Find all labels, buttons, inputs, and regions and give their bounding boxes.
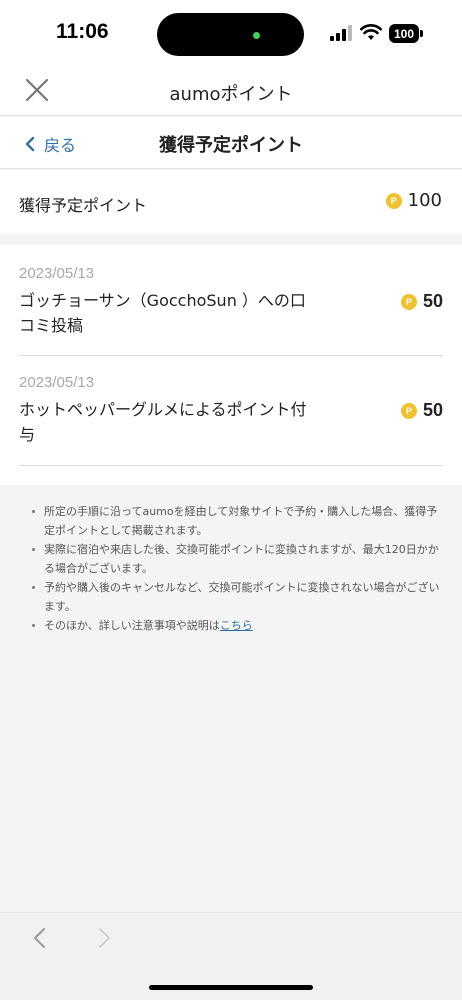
status-time: 11:06 — [56, 20, 109, 43]
note-item: 所定の手順に沿ってaumoを経由して対象サイトで予約・購入した場合、獲得予定ポイ… — [30, 502, 440, 540]
point-coin-icon: P — [385, 192, 402, 209]
list-item: 2023/05/13 ゴッチョーサン（GocchoSun ）への口コミ投稿 P … — [19, 245, 443, 356]
summary-points-value: 100 — [407, 190, 442, 211]
summary-label: 獲得予定ポイント — [19, 196, 148, 215]
item-points-value: 50 — [422, 291, 443, 311]
modal-header: aumoポイント — [0, 68, 462, 116]
back-arrow-icon[interactable] — [30, 926, 50, 950]
page-title: 獲得予定ポイント — [159, 135, 303, 156]
notes-section: 所定の手順に沿ってaumoを経由して対象サイトで予約・購入した場合、獲得予定ポイ… — [0, 486, 462, 912]
item-date: 2023/05/13 — [19, 265, 95, 282]
details-link[interactable]: こちら — [220, 619, 253, 632]
item-description: ゴッチョーサン（GocchoSun ）への口コミ投稿 — [19, 291, 306, 335]
points-list: 2023/05/13 ゴッチョーサン（GocchoSun ）への口コミ投稿 P … — [0, 245, 462, 485]
signal-icon — [330, 25, 352, 41]
home-indicator[interactable] — [149, 985, 313, 990]
battery-level: 100 — [389, 24, 419, 43]
modal-title: aumoポイント — [169, 84, 293, 105]
summary-row: 獲得予定ポイント P 100 — [0, 170, 462, 234]
wifi-icon — [360, 24, 382, 40]
item-description: ホットペッパーグルメによるポイント付与 — [19, 400, 307, 444]
item-points-value: 50 — [422, 400, 443, 420]
note-item: そのほか、詳しい注意事項や説明はこちら — [30, 616, 440, 635]
note-item: 実際に宿泊や来店した後、交換可能ポイントに変換されますが、最大120日かかる場合… — [30, 540, 440, 578]
note-item: 予約や購入後のキャンセルなど、交換可能ポイントに変換されない場合がございます。 — [30, 578, 440, 616]
forward-arrow-icon[interactable] — [94, 926, 114, 950]
item-points: P 50 — [400, 291, 443, 312]
item-points: P 50 — [400, 400, 443, 421]
sub-header: 戻る 獲得予定ポイント — [0, 117, 462, 169]
point-coin-icon: P — [400, 402, 417, 419]
status-bar: 11:06 100 — [0, 0, 462, 68]
camera-indicator-dot — [253, 32, 260, 39]
list-item: 2023/05/13 ホットペッパーグルメによるポイント付与 P 50 — [19, 356, 443, 466]
point-coin-icon: P — [400, 293, 417, 310]
note-text: そのほか、詳しい注意事項や説明は — [44, 619, 220, 632]
item-date: 2023/05/13 — [19, 374, 95, 391]
dynamic-island — [157, 13, 304, 56]
battery-icon: 100 — [389, 24, 423, 43]
summary-points: P 100 — [385, 190, 442, 211]
